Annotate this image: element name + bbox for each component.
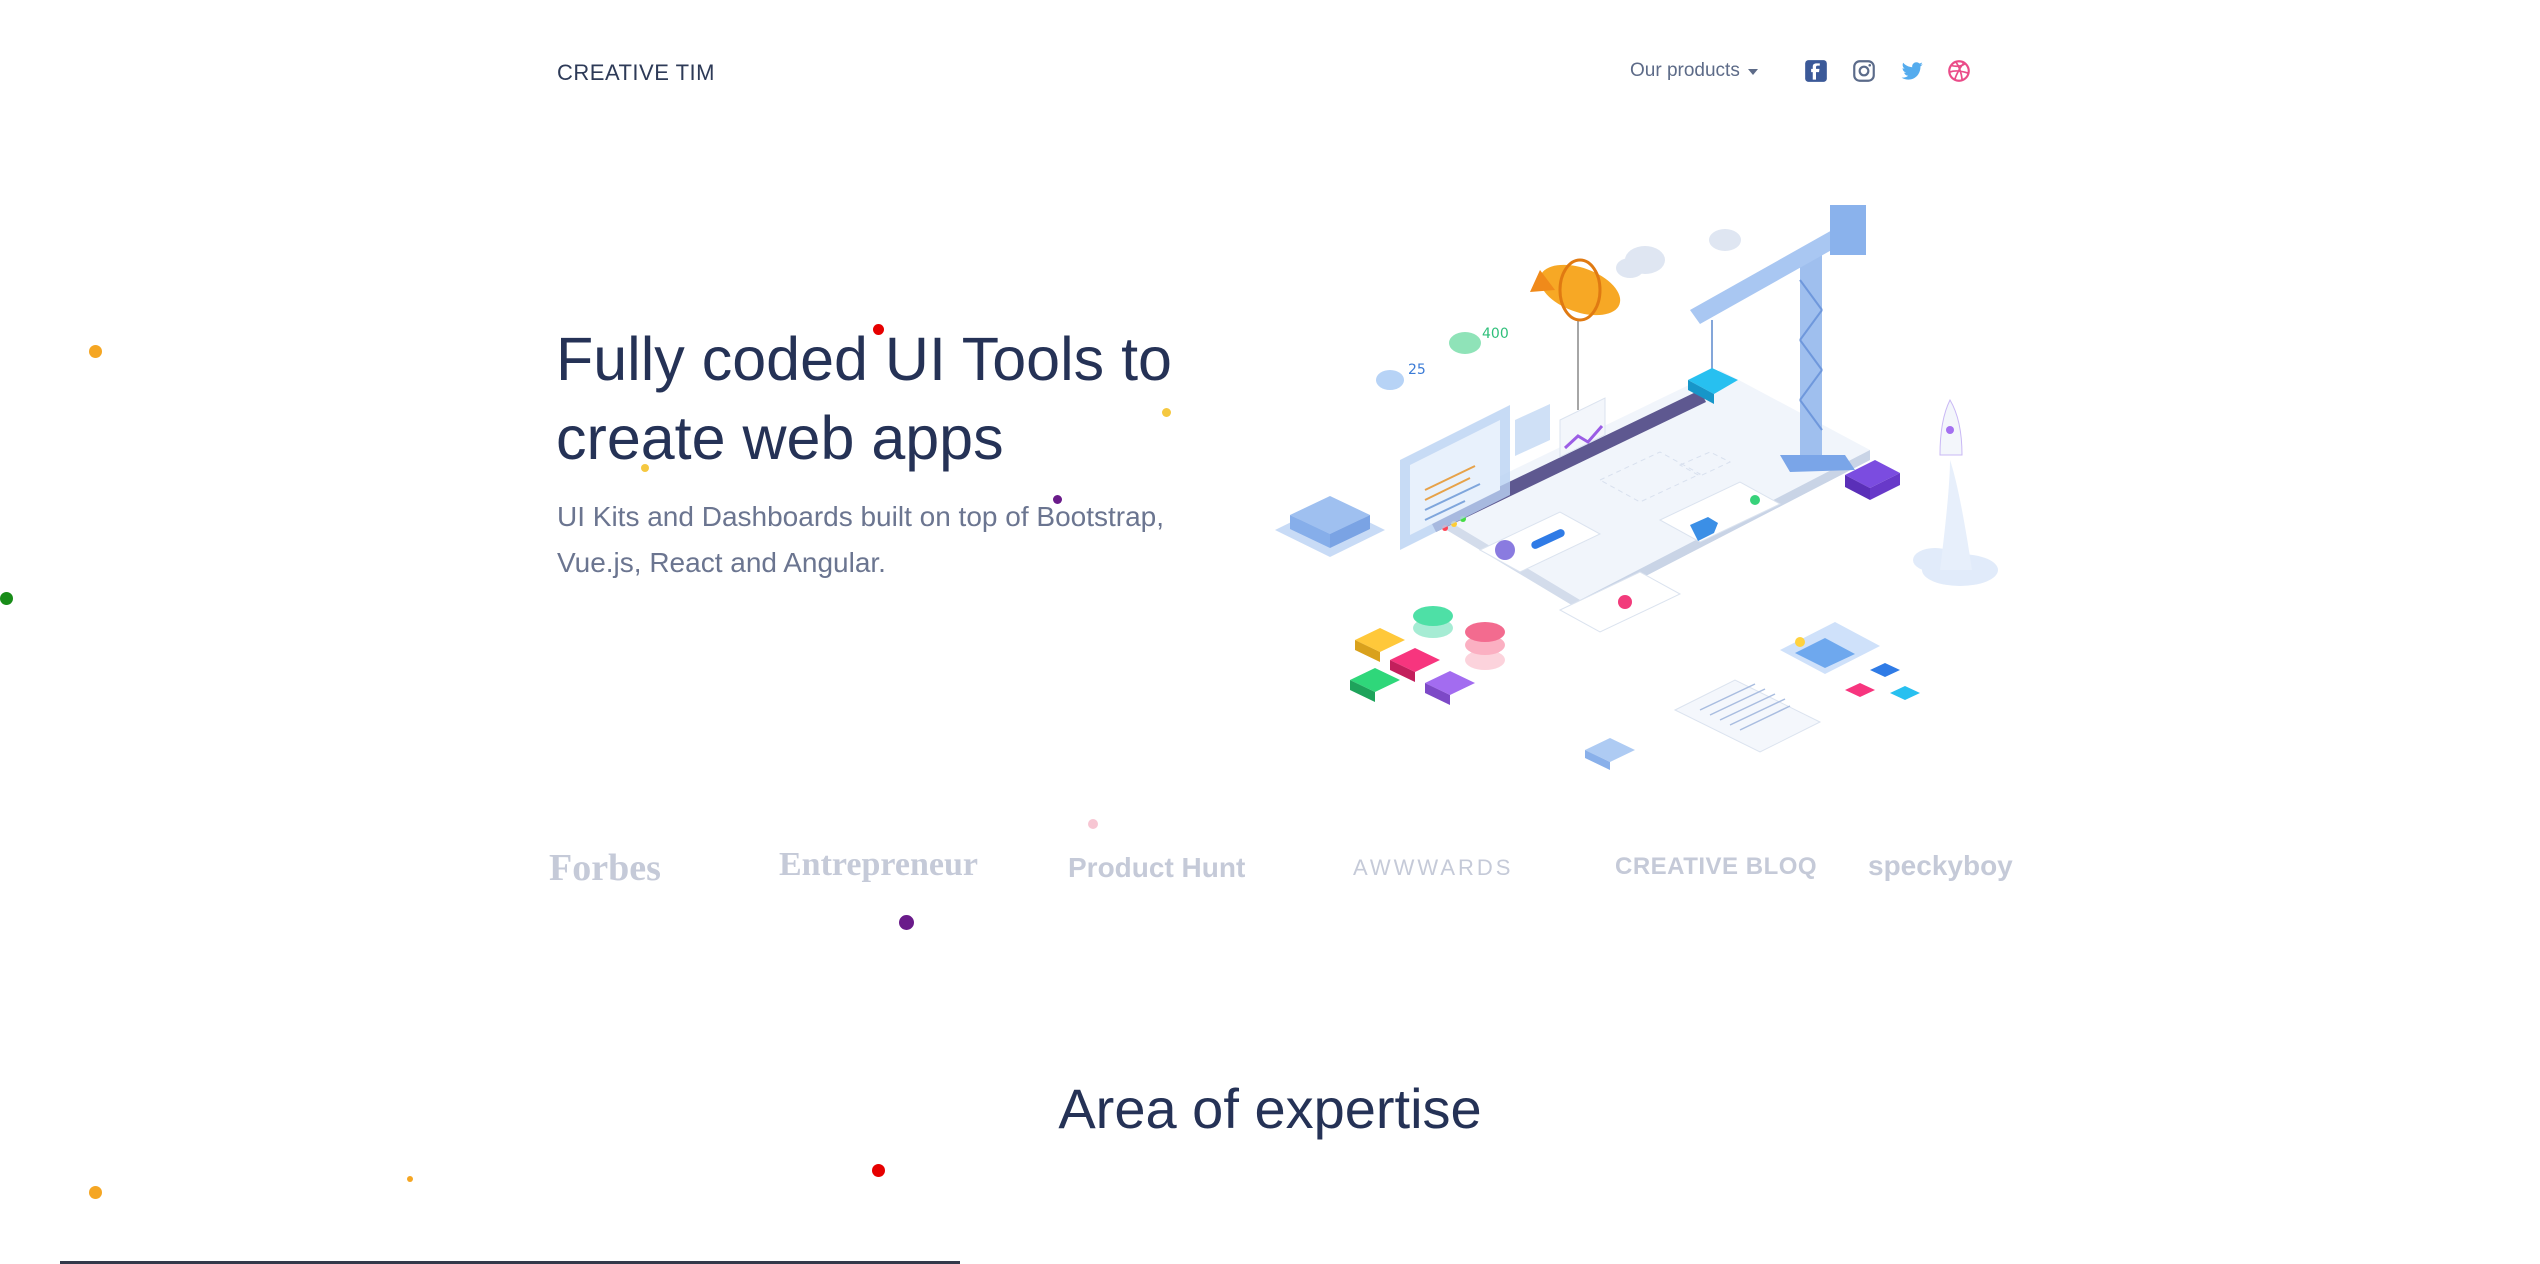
hero-subtitle: UI Kits and Dashboards built on top of B… (557, 494, 1197, 586)
press-logos: Forbes Entrepreneur Product Hunt AWWWARD… (540, 840, 2013, 900)
logo-product-hunt: Product Hunt (1068, 852, 1246, 883)
hero-subtitle-line-2: Vue.js, React and Angular. (557, 547, 886, 578)
decorative-dot (407, 1176, 413, 1182)
twitter-icon[interactable] (1899, 58, 1925, 84)
decorative-dot (872, 1164, 885, 1177)
our-products-label: Our products (1630, 60, 1740, 81)
instagram-icon[interactable] (1851, 58, 1877, 84)
dribbble-icon[interactable] (1946, 58, 1972, 84)
decorative-dot (89, 1186, 102, 1199)
logo-speckyboy: speckyboy (1868, 850, 2013, 881)
logo-awwwards: AWWWARDS (1353, 855, 1514, 880)
brand-logo[interactable]: CREATIVE TIM (557, 60, 715, 86)
decorative-dot (0, 592, 13, 605)
decorative-dot (641, 464, 649, 472)
hero-title-line-1: Fully coded UI Tools to (556, 325, 1172, 393)
metric-25-label: 25 (1408, 362, 1426, 378)
metric-400-label: 400 (1482, 326, 1509, 342)
decorative-dot (1162, 408, 1171, 417)
logo-forbes: Forbes (549, 847, 661, 889)
logo-entrepreneur: Entrepreneur (779, 846, 978, 883)
decorative-dot (873, 324, 884, 335)
hero-title: Fully coded UI Tools to create web apps (556, 320, 1236, 478)
hero-subtitle-line-1: UI Kits and Dashboards built on top of B… (557, 501, 1165, 532)
logo-creative-bloq: CREATIVE BLOQ (1615, 853, 1818, 880)
decorative-dot (89, 345, 102, 358)
top-nav: Our products (1630, 56, 1758, 86)
hero-illustration: 25 400 (1275, 205, 1998, 770)
area-of-expertise-title: Area of expertise (1058, 1077, 1482, 1140)
our-products-dropdown[interactable]: Our products (1630, 60, 1758, 82)
decorative-dot (1053, 495, 1062, 504)
hero-title-line-2: create web apps (556, 404, 1004, 472)
caret-down-icon (1747, 69, 1758, 75)
decorative-dot (1088, 819, 1098, 829)
facebook-icon[interactable] (1803, 58, 1829, 84)
decorative-dot (899, 915, 914, 930)
